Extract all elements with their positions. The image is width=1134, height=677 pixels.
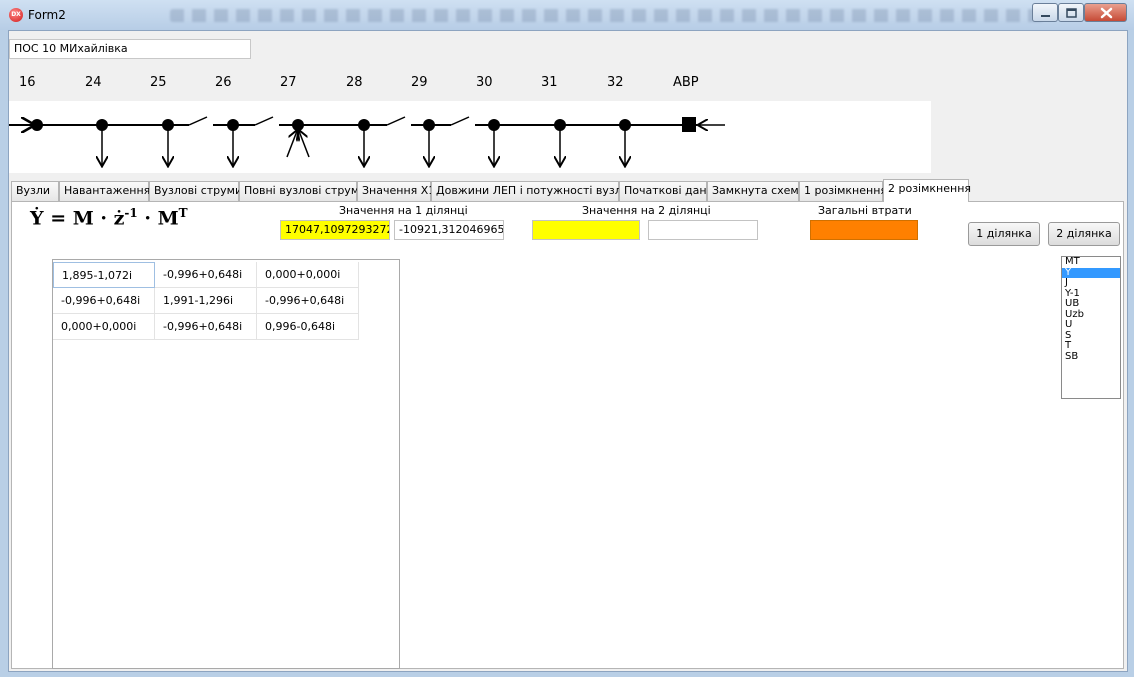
minimize-button[interactable] <box>1032 3 1058 22</box>
node-dot <box>292 119 304 131</box>
list-item[interactable]: T <box>1062 340 1120 352</box>
node-label: 28 <box>346 75 363 90</box>
node-label: АВР <box>673 75 699 90</box>
node-label: 27 <box>280 75 297 90</box>
matrix-cell[interactable]: -0,996+0,648i <box>155 262 257 288</box>
node-label: 25 <box>150 75 167 90</box>
section1-value-real[interactable]: 17047,1097293272 <box>280 220 390 240</box>
matrix-cell[interactable]: -0,996+0,648i <box>53 288 155 314</box>
admittance-formula: Ẏ = M · ż-1 · MT <box>30 206 188 230</box>
section2-label: Значення на 2 ділянці <box>582 204 711 217</box>
tab-full-node-currents[interactable]: Повні вузлові струми <box>239 181 366 201</box>
maximize-button[interactable] <box>1058 3 1084 22</box>
matrix-cell[interactable]: 0,000+0,000i <box>53 314 155 340</box>
title-bar: DX Form2 <box>0 0 1134 30</box>
node-label: 24 <box>85 75 102 90</box>
tab-open-1[interactable]: 1 розімкнення <box>799 181 887 201</box>
list-item[interactable]: J <box>1062 277 1120 289</box>
close-button[interactable] <box>1084 3 1127 22</box>
node-dot <box>31 119 43 131</box>
line-diagram <box>9 101 931 173</box>
switch-open <box>386 116 406 126</box>
node-label: 29 <box>411 75 428 90</box>
form-client-area: ПОС 10 МИхайлівка 16 24 25 26 27 28 29 3… <box>8 30 1128 672</box>
tab-strip: Вузли Навантаження Вузлові струми Повні … <box>11 179 1125 202</box>
matrix-cell[interactable]: 0,000+0,000i <box>257 262 359 288</box>
node-label: 32 <box>607 75 624 90</box>
node-label: 30 <box>476 75 493 90</box>
station-name-field[interactable]: ПОС 10 МИхайлівка <box>9 39 251 59</box>
losses-label: Загальні втрати <box>818 204 912 217</box>
section2-value-imag[interactable] <box>648 220 758 240</box>
tab-initial-data[interactable]: Початкові дані <box>619 181 710 201</box>
section1-value-imag[interactable]: -10921,3120469651 <box>394 220 504 240</box>
tab-panel-open-2: Ẏ = M · ż-1 · MT Значення на 1 ділянці 1… <box>11 201 1124 669</box>
matrix-cell[interactable]: -0,996+0,648i <box>257 288 359 314</box>
tab-loads[interactable]: Навантаження <box>59 181 150 201</box>
list-item-selected[interactable]: Y <box>1062 267 1120 278</box>
window-title: Form2 <box>28 8 66 22</box>
node-label: 31 <box>541 75 558 90</box>
list-item[interactable]: U <box>1062 319 1120 331</box>
generator-arrow <box>299 131 310 158</box>
generator-arrow <box>286 131 297 158</box>
ats-node <box>682 117 696 132</box>
tab-node-currents[interactable]: Вузлові струми <box>149 181 242 201</box>
matrix-cell[interactable]: 1,895-1,072i <box>53 262 155 288</box>
matrix-cell[interactable]: 1,991-1,296i <box>155 288 257 314</box>
list-item[interactable]: MT <box>1062 256 1120 268</box>
tab-x1-values[interactable]: Значення X1 <box>357 181 435 201</box>
matrix-grid[interactable]: 1,895-1,072i -0,996+0,648i 0,000+0,000i … <box>52 259 400 669</box>
node-label: 26 <box>215 75 232 90</box>
switch-open <box>254 116 274 126</box>
list-item[interactable]: SB <box>1062 351 1120 363</box>
tab-nodes[interactable]: Вузли <box>11 181 59 201</box>
section2-button[interactable]: 2 ділянка <box>1048 222 1120 246</box>
list-item[interactable]: UB <box>1062 298 1120 310</box>
tab-closed-scheme[interactable]: Замкнута схема <box>707 181 805 201</box>
switch-open <box>188 116 208 126</box>
matrix-cell[interactable]: 0,996-0,648i <box>257 314 359 340</box>
tab-line-lengths[interactable]: Довжини ЛЕП і потужності вузлів <box>431 181 631 201</box>
switch-open <box>450 116 470 126</box>
matrix-selector-list[interactable]: MT Y J Y-1 UB Uzb U S T SB <box>1061 256 1121 399</box>
blurred-taskbar-area <box>170 9 1050 22</box>
matrix-cell[interactable]: -0,996+0,648i <box>155 314 257 340</box>
section1-label: Значення на 1 ділянці <box>339 204 468 217</box>
section1-button[interactable]: 1 ділянка <box>968 222 1040 246</box>
section2-value-real[interactable] <box>532 220 640 240</box>
tab-open-2[interactable]: 2 розімкнення <box>883 179 971 202</box>
node-label: 16 <box>19 75 36 90</box>
losses-value[interactable] <box>810 220 918 240</box>
app-icon: DX <box>9 8 23 22</box>
